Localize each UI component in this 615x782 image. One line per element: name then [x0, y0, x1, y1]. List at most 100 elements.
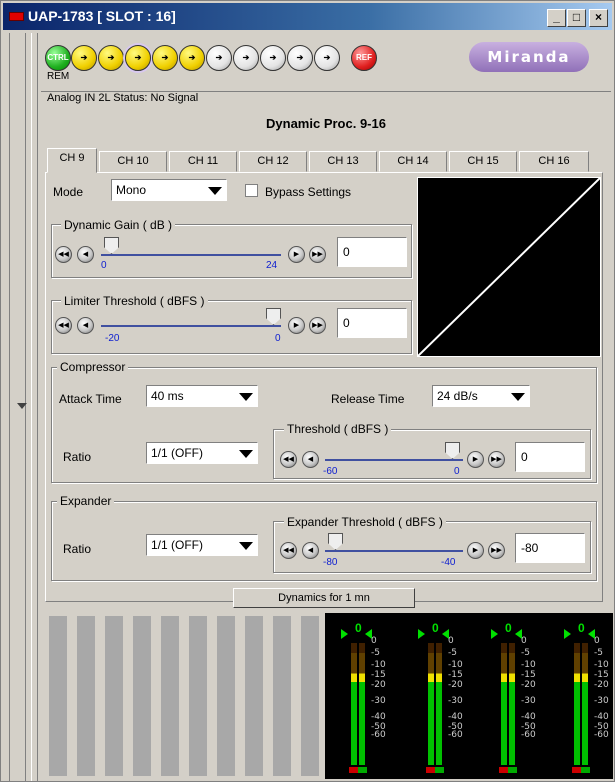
bypass-checkbox[interactable] [245, 184, 258, 197]
app-window: UAP-1783 [ SLOT : 16] _ □ × CTRL REM ➔ ➔… [0, 0, 615, 782]
limiter-title: Limiter Threshold ( dBFS ) [61, 294, 208, 308]
limiter-max-label: 0 [275, 333, 281, 344]
meter-peak-left-icon [418, 629, 425, 639]
tab-ch14[interactable]: CH 14 [379, 151, 447, 172]
meter-top-label: 0 [432, 621, 439, 635]
bypass-label: Bypass Settings [265, 185, 352, 199]
limiter-value-field[interactable]: 0 [337, 308, 407, 338]
exp-fast-back-icon[interactable]: ◀◀ [280, 542, 297, 559]
mode-select[interactable]: Mono [111, 179, 227, 201]
meter-scale-label: -15 [371, 670, 386, 680]
arrow-icon-5[interactable]: ➔ [179, 45, 205, 71]
exp-fast-forward-icon[interactable]: ▶▶ [488, 542, 505, 559]
channel-strip [245, 616, 263, 776]
arrow-icon-3[interactable]: ➔ [125, 45, 151, 71]
arrow-icon-1[interactable]: ➔ [71, 45, 97, 71]
channel-strip [77, 616, 95, 776]
rem-label: REM [47, 71, 70, 82]
ref-icon[interactable]: REF [351, 45, 377, 71]
title-bar: UAP-1783 [ SLOT : 16] _ □ × [3, 3, 612, 30]
meter-scale-label: 0 [448, 636, 454, 646]
exp-max-label: -40 [441, 557, 456, 568]
thr-forward-icon[interactable]: ▶ [467, 451, 484, 468]
meter-scale-label: -60 [521, 730, 536, 740]
collapse-arrow-icon[interactable] [17, 403, 27, 409]
arrow-icon-10[interactable]: ➔ [314, 45, 340, 71]
minimize-button[interactable]: _ [547, 9, 566, 27]
limiter-fast-back-icon[interactable]: ◀◀ [55, 317, 72, 334]
gain-fast-back-icon[interactable]: ◀◀ [55, 246, 72, 263]
channel-strip [301, 616, 319, 776]
tab-ch13[interactable]: CH 13 [309, 151, 377, 172]
meter-scale-label: -40 [594, 712, 609, 722]
arrow-icon-9[interactable]: ➔ [287, 45, 313, 71]
channel-strip [133, 616, 151, 776]
level-meter: 0 0 -5 -10 -15 -20 -30 -40 -50 -60 [491, 621, 541, 776]
thr-max-label: 0 [454, 466, 460, 477]
meter-scale-label: -5 [371, 648, 380, 658]
tab-ch9[interactable]: CH 9 [47, 148, 97, 173]
limiter-back-icon[interactable]: ◀ [77, 317, 94, 334]
tab-ch12[interactable]: CH 12 [239, 151, 307, 172]
arrow-icon-7[interactable]: ➔ [233, 45, 259, 71]
gain-forward-icon[interactable]: ▶ [288, 246, 305, 263]
ctrl-icon[interactable]: CTRL [45, 45, 71, 71]
channel-strip [273, 616, 291, 776]
tab-ch15[interactable]: CH 15 [449, 151, 517, 172]
exp-back-icon[interactable]: ◀ [302, 542, 319, 559]
gain-min-label: 0 [101, 260, 107, 271]
meter-scale-label: -20 [521, 680, 536, 690]
gain-back-icon[interactable]: ◀ [77, 246, 94, 263]
maximize-button[interactable]: □ [567, 9, 586, 27]
tab-ch11[interactable]: CH 11 [169, 151, 237, 172]
compressor-threshold-track[interactable] [325, 459, 463, 461]
arrow-icon-8[interactable]: ➔ [260, 45, 286, 71]
meter-scale-label: -5 [448, 648, 457, 658]
thr-back-icon[interactable]: ◀ [302, 451, 319, 468]
expander-threshold-track[interactable] [325, 550, 463, 552]
meter-clip-led [572, 767, 590, 773]
gain-slider-track[interactable] [101, 254, 281, 256]
meter-scale-label: -30 [594, 696, 609, 706]
meter-scale-label: 0 [521, 636, 527, 646]
close-button[interactable]: × [589, 9, 608, 27]
meter-scale-label: -20 [448, 680, 463, 690]
compressor-threshold-field[interactable]: 0 [515, 442, 585, 472]
gain-fast-forward-icon[interactable]: ▶▶ [309, 246, 326, 263]
level-meter: 0 0 -5 -10 -15 -20 -30 -40 -50 -60 [418, 621, 468, 776]
expander-ratio-select[interactable]: 1/1 (OFF) [146, 534, 258, 556]
thr-fast-forward-icon[interactable]: ▶▶ [488, 451, 505, 468]
transfer-curve [417, 177, 601, 357]
meter-scale-label: -15 [594, 670, 609, 680]
arrow-icon-6[interactable]: ➔ [206, 45, 232, 71]
thr-fast-back-icon[interactable]: ◀◀ [280, 451, 297, 468]
arrow-icon-2[interactable]: ➔ [98, 45, 124, 71]
attack-select[interactable]: 40 ms [146, 385, 258, 407]
exp-forward-icon[interactable]: ▶ [467, 542, 484, 559]
tab-ch10[interactable]: CH 10 [99, 151, 167, 172]
transfer-curve-graph [417, 177, 601, 357]
meter-peak-left-icon [341, 629, 348, 639]
arrow-icon-4[interactable]: ➔ [152, 45, 178, 71]
meter-bar [509, 643, 515, 765]
meter-scale-label: -10 [521, 660, 536, 670]
limiter-slider-track[interactable] [101, 325, 281, 327]
level-meter: 0 0 -5 -10 -15 -20 -30 -40 -50 -60 [564, 621, 614, 776]
meter-bar [574, 643, 580, 765]
gain-max-label: 24 [266, 260, 278, 271]
meter-scale-label: -10 [448, 660, 463, 670]
expander-threshold-field[interactable]: -80 [515, 533, 585, 563]
release-label: Release Time [331, 392, 405, 406]
meter-scale-label: -15 [448, 670, 463, 680]
dynamics-button[interactable]: Dynamics for 1 mn [233, 588, 415, 608]
meter-bar [582, 643, 588, 765]
meter-scale-label: -20 [594, 680, 609, 690]
compressor-ratio-select[interactable]: 1/1 (OFF) [146, 442, 258, 464]
tab-ch16[interactable]: CH 16 [519, 151, 589, 172]
limiter-fast-forward-icon[interactable]: ▶▶ [309, 317, 326, 334]
compressor-title: Compressor [57, 360, 129, 374]
limiter-forward-icon[interactable]: ▶ [288, 317, 305, 334]
channel-strip [105, 616, 123, 776]
release-select[interactable]: 24 dB/s [432, 385, 530, 407]
gain-value-field[interactable]: 0 [337, 237, 407, 267]
